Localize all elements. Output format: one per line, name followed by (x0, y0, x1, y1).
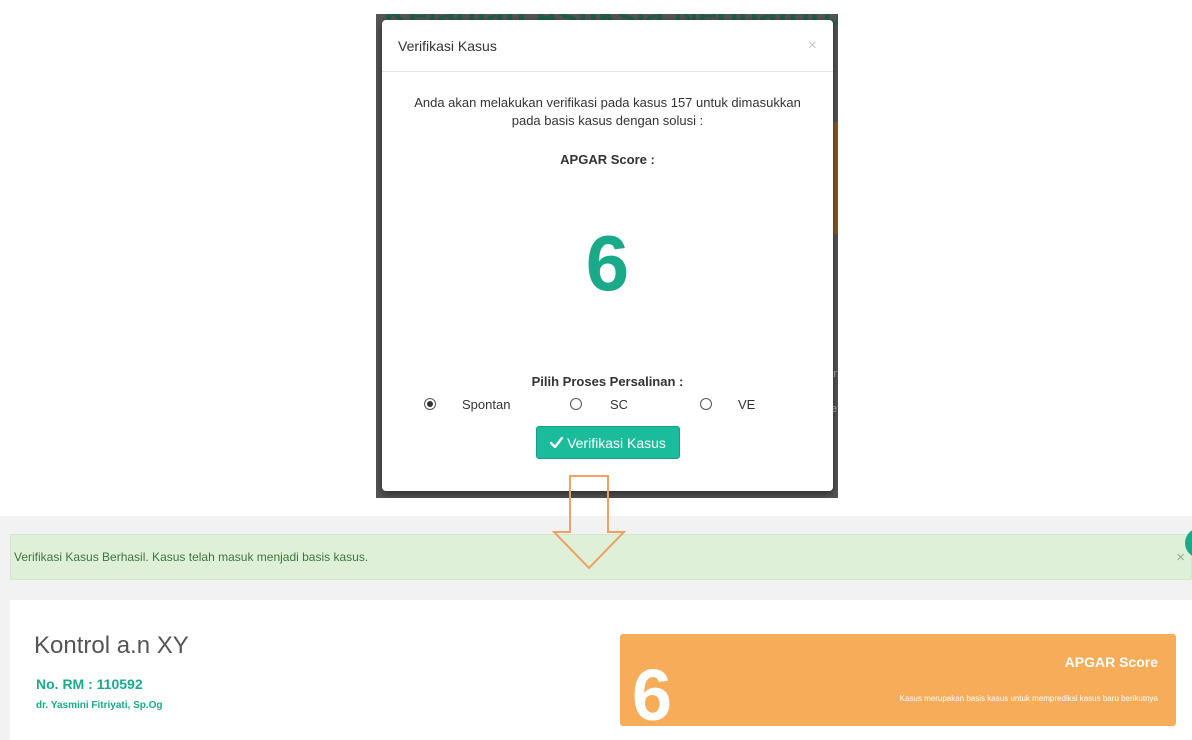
verification-modal: Verifikasi Kasus × Anda akan melakukan v… (382, 20, 833, 491)
verify-case-button[interactable]: Verifikasi Kasus (536, 426, 680, 459)
background-text-fragment: r (833, 368, 837, 380)
modal-title: Verifikasi Kasus (398, 37, 497, 54)
verify-case-button-label: Verifikasi Kasus (567, 434, 666, 451)
apgar-score-card: 6 APGAR Score Kasus merupakan basis kasu… (620, 634, 1176, 726)
alert-close-icon[interactable]: × (1176, 549, 1185, 566)
check-icon (550, 437, 564, 448)
medical-record-number: No. RM : 110592 (36, 676, 143, 692)
modal-screenshot: Kejadian Asfiksia Neonatorum r e Verifik… (376, 14, 838, 498)
patient-title: Kontrol a.n XY (34, 632, 189, 659)
radio-spontan-label: Spontan (462, 397, 511, 412)
radio-spontan[interactable] (424, 398, 436, 410)
apgar-score-value: 6 (585, 219, 630, 307)
success-alert-text: Verifikasi Kasus Berhasil. Kasus telah m… (14, 550, 369, 564)
screenshot-root: Kejadian Asfiksia Neonatorum r e Verifik… (0, 0, 1192, 740)
apgar-score-card-value: 6 (632, 656, 673, 726)
radio-ve[interactable] (700, 398, 712, 410)
delivery-process-label: Pilih Proses Persalinan : (531, 374, 684, 389)
modal-header: Verifikasi Kasus × (382, 20, 833, 72)
apgar-score-card-title: APGAR Score (1064, 654, 1158, 670)
apgar-score-label: APGAR Score : (560, 152, 655, 167)
radio-sc-label: SC (610, 397, 629, 412)
patient-panel: Kontrol a.n XY No. RM : 110592 dr. Yasmi… (10, 600, 1192, 740)
modal-close-icon[interactable]: × (808, 37, 817, 55)
radio-sc[interactable] (570, 398, 582, 410)
delivery-process-options: Spontan SC VE (382, 394, 833, 414)
doctor-name: dr. Yasmini Fitriyati, Sp.Og (36, 700, 163, 711)
background-brown-strip (833, 122, 838, 234)
verification-message: Anda akan melakukan verifikasi pada kasu… (414, 95, 801, 128)
radio-ve-label: VE (738, 397, 756, 412)
arrow-down-icon (551, 474, 627, 575)
modal-body: Anda akan melakukan verifikasi pada kasu… (382, 72, 833, 490)
apgar-score-card-description: Kasus merupakan basis kasus untuk mempre… (899, 694, 1158, 703)
